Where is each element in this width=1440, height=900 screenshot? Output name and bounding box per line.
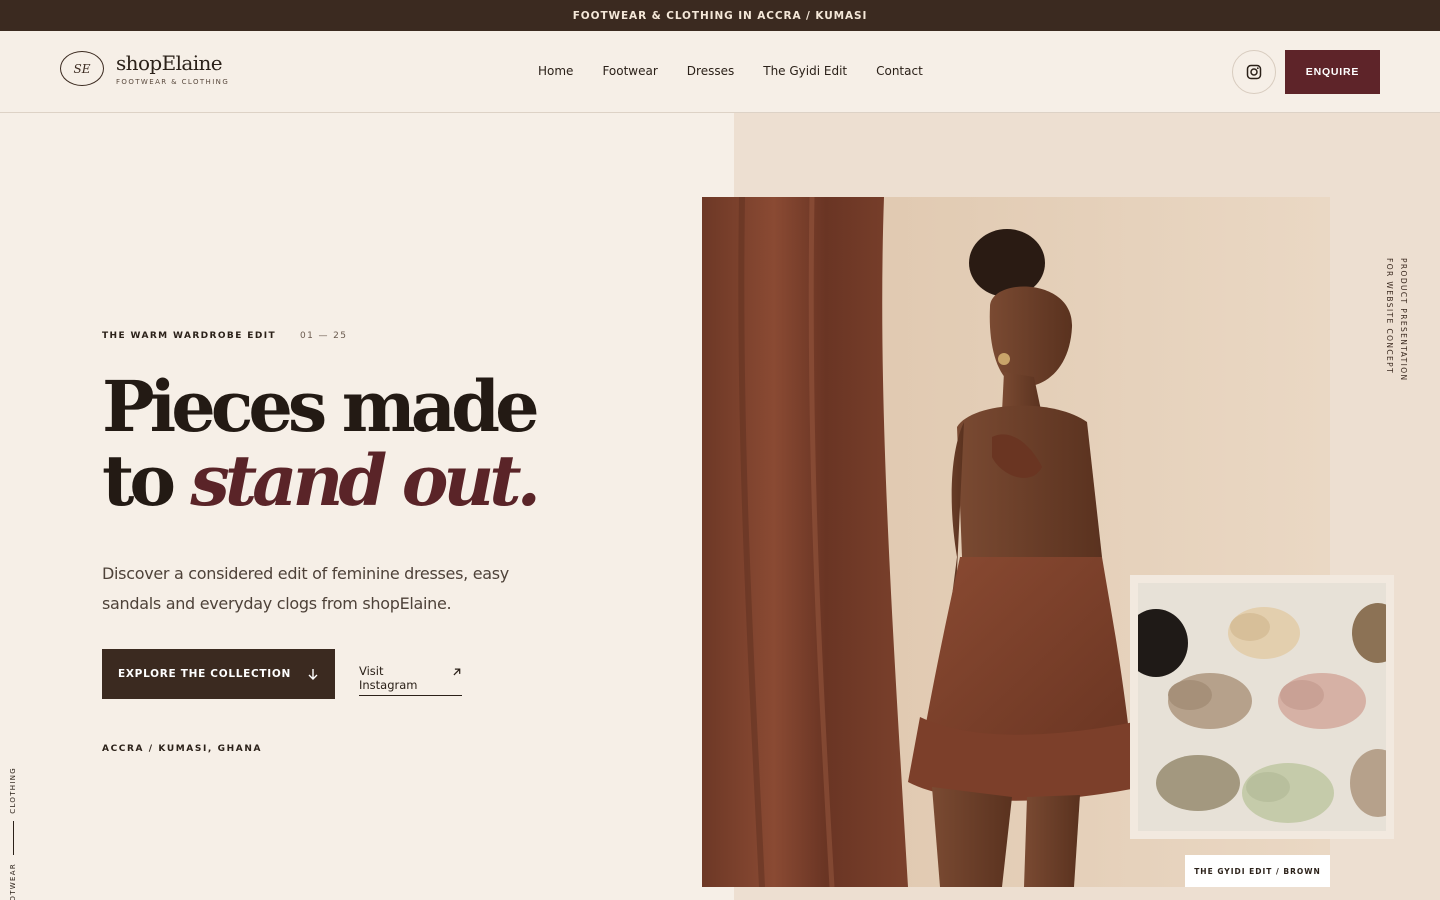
nav-gyidi-edit[interactable]: The Gyidi Edit <box>763 64 847 78</box>
kicker-title: THE WARM WARDROBE EDIT <box>102 331 276 341</box>
enquire-button[interactable]: ENQUIRE <box>1285 50 1380 94</box>
clogs-photo-frame <box>1130 575 1394 839</box>
location-label: ACCRA / KUMASI, GHANA <box>102 744 263 754</box>
kicker-count: 01 — 25 <box>299 331 348 341</box>
clogs-photo <box>1138 583 1386 831</box>
logo-monogram: SE <box>60 51 104 86</box>
nav-footwear[interactable]: Footwear <box>602 64 657 78</box>
side-label-clothing: CLOTHING <box>9 767 17 814</box>
logo[interactable]: SE shopElaine FOOTWEAR & CLOTHING <box>60 51 229 86</box>
hero-description: Discover a considered edit of feminine d… <box>102 564 509 613</box>
visit-instagram-label: Visit Instagram <box>359 664 418 692</box>
hero-kicker: THE WARM WARDROBE EDIT 01 — 25 <box>102 331 347 341</box>
visit-instagram-link[interactable]: Visit Instagram <box>359 664 462 696</box>
headline-line2: to <box>102 439 191 522</box>
hero-headline: Pieces made to stand out. <box>102 370 541 518</box>
explore-collection-button[interactable]: EXPLORE THE COLLECTION <box>102 649 335 699</box>
nav-dresses[interactable]: Dresses <box>687 64 734 78</box>
instagram-icon <box>1246 64 1262 80</box>
side-label-footwear: FOOTWEAR <box>9 863 17 900</box>
instagram-button[interactable] <box>1232 50 1276 94</box>
headline-accent: stand out. <box>190 439 541 522</box>
vertical-note-line2: FOR WEBSITE CONCEPT <box>1385 258 1394 375</box>
main-nav: Home Footwear Dresses The Gyidi Edit Con… <box>538 64 923 78</box>
nav-home[interactable]: Home <box>538 64 573 78</box>
cta-label: EXPLORE THE COLLECTION <box>118 668 291 680</box>
announcement-bar: FOOTWEAR & CLOTHING IN ACCRA / KUMASI <box>0 0 1440 31</box>
arrow-down-icon <box>308 668 318 680</box>
nav-contact[interactable]: Contact <box>876 64 923 78</box>
vertical-note-line1: PRODUCT PRESENTATION <box>1399 258 1408 382</box>
side-divider <box>13 821 14 855</box>
headline-line1: Pieces made <box>102 365 540 448</box>
side-category-label: CLOTHING FOOTWEAR <box>9 767 19 900</box>
vertical-note: PRODUCT PRESENTATION FOR WEBSITE CONCEPT <box>1382 258 1410 382</box>
announcement-text: FOOTWEAR & CLOTHING IN ACCRA / KUMASI <box>572 9 868 22</box>
arrow-up-right-icon <box>453 668 461 676</box>
site-header: SE shopElaine FOOTWEAR & CLOTHING Home F… <box>0 31 1440 113</box>
brand-name: shopElaine <box>116 51 223 75</box>
photo-caption: THE GYIDI EDIT / BROWN <box>1185 855 1330 887</box>
brand-tagline: FOOTWEAR & CLOTHING <box>116 78 230 86</box>
